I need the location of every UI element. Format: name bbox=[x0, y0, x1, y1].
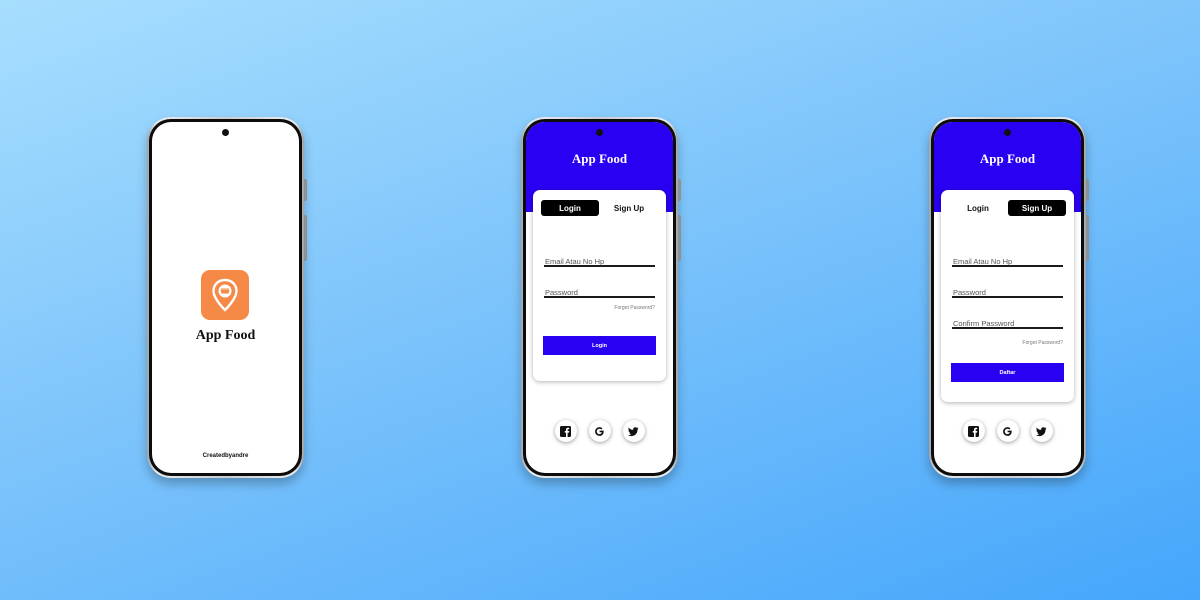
google-icon bbox=[1003, 426, 1012, 436]
google-button[interactable] bbox=[588, 420, 611, 442]
header-title: App Food bbox=[571, 151, 628, 166]
credit-text: Createdbyandre bbox=[202, 453, 249, 459]
tab-login[interactable]: Login bbox=[541, 200, 599, 216]
login-screen: App Food Login Sign Up Forget Password? … bbox=[526, 122, 673, 473]
phone-side-button bbox=[304, 179, 307, 201]
google-icon bbox=[595, 426, 604, 436]
social-login-row bbox=[526, 420, 673, 442]
splash-screen: App Food Createdbyandre bbox=[152, 122, 299, 473]
tab-sign-up[interactable]: Sign Up bbox=[600, 200, 658, 216]
splash-app-title: App Food bbox=[195, 328, 256, 343]
phone-side-button bbox=[678, 215, 681, 261]
signup-screen: App Food Login Sign Up Forget Password? … bbox=[934, 122, 1081, 473]
phone-side-button bbox=[1086, 215, 1089, 261]
google-button[interactable] bbox=[996, 420, 1019, 442]
password-field bbox=[544, 282, 655, 298]
phone-side-button bbox=[1086, 179, 1089, 201]
auth-tabs: Login Sign Up bbox=[949, 200, 1066, 216]
auth-tabs: Login Sign Up bbox=[541, 200, 658, 216]
signup-card: Login Sign Up Forget Password? Daftar bbox=[941, 190, 1074, 402]
facebook-icon bbox=[560, 425, 571, 437]
facebook-icon bbox=[968, 425, 979, 437]
email-field bbox=[544, 251, 655, 267]
confirm-password-input[interactable] bbox=[952, 319, 1063, 328]
email-input[interactable] bbox=[952, 257, 1063, 266]
tab-sign-up[interactable]: Sign Up bbox=[1008, 200, 1066, 216]
twitter-icon bbox=[1036, 426, 1047, 436]
facebook-button[interactable] bbox=[554, 420, 577, 442]
phone-side-button bbox=[304, 215, 307, 261]
email-input[interactable] bbox=[544, 257, 655, 266]
forget-password-link[interactable]: Forget Password? bbox=[614, 305, 655, 311]
app-logo-icon bbox=[201, 270, 249, 320]
phone-login: App Food Login Sign Up Forget Password? … bbox=[521, 117, 681, 478]
front-camera bbox=[1004, 129, 1011, 136]
login-button[interactable]: Login bbox=[543, 336, 656, 355]
password-field bbox=[952, 282, 1063, 298]
login-card: Login Sign Up Forget Password? Login bbox=[533, 190, 666, 381]
password-input[interactable] bbox=[544, 288, 655, 297]
front-camera bbox=[222, 129, 229, 136]
daftar-button[interactable]: Daftar bbox=[951, 363, 1064, 382]
password-input[interactable] bbox=[952, 288, 1063, 297]
twitter-button[interactable] bbox=[1030, 420, 1053, 442]
phone-splash: App Food Createdbyandre bbox=[147, 117, 307, 478]
front-camera bbox=[596, 129, 603, 136]
facebook-button[interactable] bbox=[962, 420, 985, 442]
phone-signup: App Food Login Sign Up Forget Password? … bbox=[929, 117, 1089, 478]
twitter-button[interactable] bbox=[622, 420, 645, 442]
header-title: App Food bbox=[979, 151, 1036, 166]
email-field bbox=[952, 251, 1063, 267]
phone-side-button bbox=[678, 179, 681, 201]
twitter-icon bbox=[628, 426, 639, 436]
social-login-row bbox=[934, 420, 1081, 442]
confirm-password-field bbox=[952, 313, 1063, 329]
tab-login[interactable]: Login bbox=[949, 200, 1007, 216]
forget-password-link[interactable]: Forget Password? bbox=[1022, 340, 1063, 346]
